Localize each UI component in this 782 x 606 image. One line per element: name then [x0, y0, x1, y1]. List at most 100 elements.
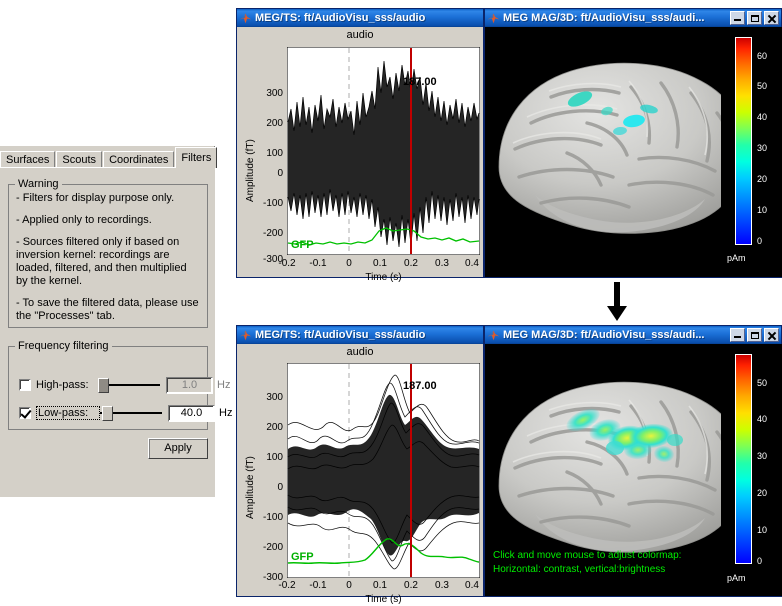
timeseries-unfiltered-title: MEG/TS: ft/AudioVisu_sss/audio	[255, 12, 426, 24]
ts-unfiltered-gfp-label: GFP	[291, 239, 314, 251]
ts-filtered-xtick-6: 0.3	[435, 580, 449, 591]
ts-unfiltered-xtick-4: 0.1	[373, 258, 387, 269]
highpass-slider[interactable]	[98, 377, 160, 393]
ts-unfiltered-ytick-200: 200	[266, 118, 283, 129]
brain-top-cb-tick-40: 40	[757, 112, 768, 122]
brain-window-top: MEG MAG/3D: ft/AudioVisu_sss/audi... 60 …	[484, 8, 782, 278]
ts-filtered-xtick-4: 0.1	[373, 580, 387, 591]
timeseries-unfiltered-titlebar[interactable]: MEG/TS: ft/AudioVisu_sss/audio	[237, 9, 483, 27]
brain-bottom-cb-tick-40: 40	[757, 414, 768, 424]
close-icon[interactable]	[764, 328, 779, 342]
close-icon[interactable]	[764, 11, 779, 25]
highpass-value-input[interactable]: 1.0	[166, 376, 213, 394]
minimize-icon[interactable]	[730, 328, 745, 342]
lowpass-slider[interactable]	[100, 405, 162, 421]
ts-filtered-peak-label: 187.00	[403, 380, 437, 392]
maximize-icon[interactable]	[747, 11, 762, 25]
ts-filtered-ytick-100: 100	[266, 452, 283, 463]
down-arrow-icon	[607, 282, 627, 321]
highpass-row: High-pass: 1.0 Hz	[19, 376, 230, 394]
highpass-label: High-pass:	[36, 379, 89, 391]
tab-filters[interactable]: Filters	[175, 147, 218, 168]
brain-bottom-cb-tick-20: 20	[757, 488, 768, 498]
ts-filtered-plot-title: audio	[346, 346, 374, 358]
brain-bottom-cb-tick-50: 50	[757, 378, 768, 388]
warning-group: Warning - Filters for display purpose on…	[8, 178, 208, 328]
ts-unfiltered-ytick-m200: -200	[262, 228, 283, 239]
ts-unfiltered-xtick-2: -0.1	[309, 258, 327, 269]
brain-window-bottom: MEG MAG/3D: ft/AudioVisu_sss/audi... Cli…	[484, 325, 782, 597]
brain-top-colorbar-panel[interactable]: 60 50 40 30 20 10 0 pAm	[721, 27, 781, 277]
ts-filtered-xlabel: Time (s)	[365, 594, 402, 605]
brain-bottom-colorbar[interactable]	[735, 354, 752, 564]
brain-top-body: 60 50 40 30 20 10 0 pAm	[485, 27, 782, 277]
brain-bottom-overlay-line-2: Horizontal: contrast, vertical:brightnes…	[493, 564, 666, 575]
filters-panel: Surfaces Scouts Coordinates Filters Warn…	[0, 146, 232, 497]
ts-filtered-xtick-1: -0.2	[278, 580, 296, 591]
ts-unfiltered-ytick-100: 100	[266, 148, 283, 159]
lowpass-slider-thumb[interactable]	[102, 406, 113, 421]
warning-line-3: - Sources filtered only if based on inve…	[16, 236, 187, 287]
brain-bottom-body: Click and move mouse to adjust colormap:…	[485, 344, 782, 596]
brain-bottom-title: MEG MAG/3D: ft/AudioVisu_sss/audi...	[503, 329, 705, 341]
ts-filtered-xtick-5: 0.2	[404, 580, 418, 591]
ts-unfiltered-ytick-300: 300	[266, 88, 283, 99]
maximize-icon[interactable]	[747, 328, 762, 342]
ts-filtered-xtick-3: 0	[346, 580, 352, 591]
brain-bottom-cb-tick-0: 0	[757, 556, 763, 566]
matlab-icon	[239, 330, 252, 340]
ts-filtered-ytick-300: 300	[266, 392, 283, 403]
timeseries-window-filtered: MEG/TS: ft/AudioVisu_sss/audio audio Amp…	[236, 325, 484, 605]
highpass-slider-thumb[interactable]	[98, 378, 109, 393]
brain-top-titlebar[interactable]: MEG MAG/3D: ft/AudioVisu_sss/audi...	[485, 9, 781, 27]
matlab-icon	[239, 13, 252, 23]
ts-filtered-xtick-7: 0.4	[465, 580, 479, 591]
ts-unfiltered-plot-area[interactable]	[287, 47, 480, 255]
tab-surfaces[interactable]: Surfaces	[0, 151, 56, 168]
timeseries-filtered-body: audio Amplitude (fT) 300 200 100 0 -100 …	[237, 344, 483, 605]
brain-top-cb-tick-0: 0	[757, 236, 763, 246]
brain-top-title: MEG MAG/3D: ft/AudioVisu_sss/audi...	[503, 12, 705, 24]
tab-coordinates[interactable]: Coordinates	[103, 151, 175, 168]
lowpass-checkbox[interactable]	[19, 407, 31, 419]
brain-bottom-cb-tick-30: 30	[757, 451, 768, 461]
brain-bottom-window-buttons	[730, 328, 779, 342]
warning-line-4: - To save the filtered data, please use …	[16, 297, 199, 322]
ts-unfiltered-ytick-0: 0	[277, 168, 283, 179]
brain-top-cb-tick-30: 30	[757, 143, 768, 153]
ts-unfiltered-xtick-5: 0.2	[404, 258, 418, 269]
lowpass-row: Low-pass: 40.0 Hz	[19, 404, 232, 422]
frequency-filtering-legend: Frequency filtering	[18, 340, 109, 352]
filters-panel-body: Warning - Filters for display purpose on…	[0, 167, 232, 497]
ts-unfiltered-plot-title: audio	[346, 29, 374, 41]
highpass-checkbox[interactable]	[19, 379, 31, 391]
ts-unfiltered-xtick-3: 0	[346, 258, 352, 269]
ts-filtered-ytick-0: 0	[277, 482, 283, 493]
brain-top-cb-tick-60: 60	[757, 51, 768, 61]
ts-unfiltered-xtick-7: 0.4	[465, 258, 479, 269]
warning-group-legend: Warning	[18, 178, 59, 190]
lowpass-unit: Hz	[219, 407, 233, 419]
apply-button[interactable]: Apply	[148, 438, 208, 459]
ts-filtered-xtick-2: -0.1	[309, 580, 327, 591]
brain-top-cb-unit: pAm	[727, 253, 746, 263]
ts-unfiltered-xtick-6: 0.3	[435, 258, 449, 269]
ts-filtered-ytick-m200: -200	[262, 542, 283, 553]
ts-filtered-plot-area[interactable]	[287, 363, 480, 578]
timeseries-filtered-title: MEG/TS: ft/AudioVisu_sss/audio	[255, 329, 426, 341]
brain-bottom-titlebar[interactable]: MEG MAG/3D: ft/AudioVisu_sss/audi...	[485, 326, 781, 344]
warning-line-2: - Applied only to recordings.	[16, 214, 152, 226]
timeseries-filtered-titlebar[interactable]: MEG/TS: ft/AudioVisu_sss/audio	[237, 326, 483, 344]
warning-text-list: - Filters for display purpose only. - Ap…	[9, 190, 207, 323]
brain-top-colorbar[interactable]	[735, 37, 752, 245]
lowpass-value-input[interactable]: 40.0	[168, 404, 215, 422]
brain-top-cb-tick-20: 20	[757, 174, 768, 184]
brain-top-cb-tick-10: 10	[757, 205, 768, 215]
minimize-icon[interactable]	[730, 11, 745, 25]
tab-scouts[interactable]: Scouts	[56, 151, 103, 168]
ts-unfiltered-xtick-1: -0.2	[278, 258, 296, 269]
brain-bottom-colorbar-panel[interactable]: 50 40 30 20 10 0 pAm	[721, 344, 781, 596]
matlab-icon	[487, 330, 500, 340]
brain-bottom-overlay-line-1: Click and move mouse to adjust colormap:	[493, 550, 682, 561]
ts-unfiltered-xlabel: Time (s)	[365, 272, 402, 283]
